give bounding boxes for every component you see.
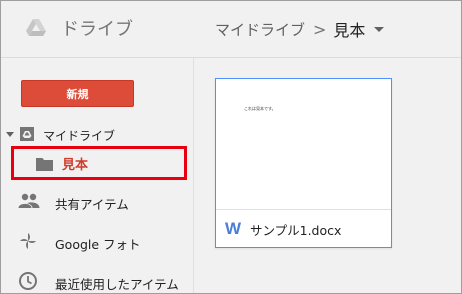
file-card[interactable]: これは見本です。 W サンプル1.docx [215,78,392,248]
top-bar: ドライブ マイドライブ > 見本 [1,1,461,58]
breadcrumb-separator: > [313,19,327,39]
pinwheel-icon [18,231,38,255]
word-doc-icon: W [225,219,242,238]
sidebar-item-google-photos[interactable]: Google フォト [1,228,193,256]
preview-text: これは見本です。 [244,106,276,111]
expand-arrow-icon[interactable] [6,132,14,137]
app-title[interactable]: ドライブ [61,15,133,41]
clock-icon [18,271,38,293]
breadcrumb-current[interactable]: 見本 [333,17,365,41]
sidebar-item-recent[interactable]: 最近使用したアイテム [1,268,193,293]
file-area: これは見本です。 W サンプル1.docx [194,58,461,293]
drive-icon [18,126,36,146]
sidebar: 新規 マイドライブ 見本 共有アイテム Google フォト 最近使用したアイテ… [1,58,194,293]
sidebar-item-sample-folder[interactable]: 見本 [11,146,187,180]
sidebar-item-label: 共有アイテム [55,197,129,212]
drive-window: ドライブ マイドライブ > 見本 新規 マイドライブ 見本 共有アイテム Goo… [0,0,462,294]
breadcrumb: マイドライブ > 見本 [215,17,385,41]
folder-icon [36,156,53,175]
file-preview[interactable]: これは見本です。 [216,79,391,210]
sidebar-item-my-drive[interactable]: マイドライブ [1,124,193,144]
caret-down-icon[interactable] [374,26,385,32]
drive-logo-icon[interactable] [25,17,47,39]
people-icon [18,191,40,215]
file-name: サンプル1.docx [250,223,342,238]
word-doc-letter: W [225,219,241,237]
sidebar-item-shared[interactable]: 共有アイテム [1,188,193,216]
sidebar-item-label: 最近使用したアイテム [55,277,179,292]
sidebar-item-label: Google フォト [55,237,141,252]
breadcrumb-root[interactable]: マイドライブ [215,19,305,40]
new-button[interactable]: 新規 [21,80,134,107]
sidebar-item-label: 見本 [62,158,89,173]
sidebar-item-label: マイドライブ [43,129,116,143]
file-title-row[interactable]: W サンプル1.docx [216,210,391,247]
